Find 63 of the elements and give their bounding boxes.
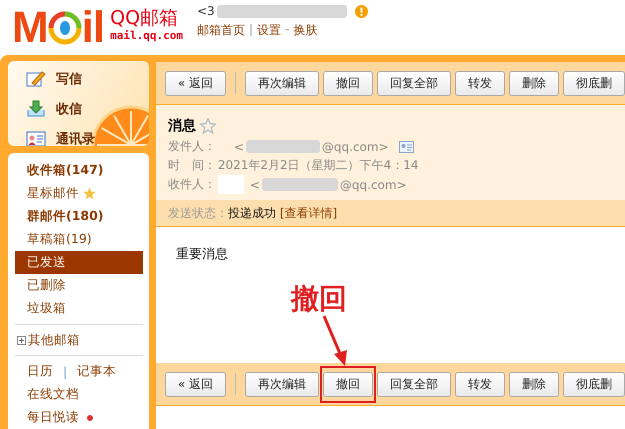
quick-action-link[interactable]: 通讯录 bbox=[56, 130, 95, 146]
warning-icon bbox=[354, 4, 368, 18]
toolbar-button[interactable]: 回复全部 bbox=[377, 70, 451, 96]
tool-link[interactable]: 记事本 bbox=[77, 363, 116, 380]
field-value: 2021年2月2日（星期二）下午4：14 bbox=[218, 157, 419, 174]
folder-item[interactable]: 收件箱(147) bbox=[15, 159, 143, 182]
folder-item[interactable]: 已发送 bbox=[15, 251, 143, 274]
folder-item[interactable]: 其他邮箱 bbox=[28, 332, 80, 348]
folder-item[interactable]: 群邮件(180) bbox=[15, 205, 143, 228]
details-link[interactable]: [查看详情] bbox=[280, 204, 338, 222]
field-value: < bbox=[250, 178, 260, 192]
annotation-label: 撤回 bbox=[291, 281, 347, 317]
status-label: 发送状态： bbox=[168, 204, 228, 222]
toolbar-button[interactable]: 撤回 bbox=[323, 70, 373, 96]
nav-link[interactable]: 设置 bbox=[257, 22, 282, 39]
folder-item[interactable]: 星标邮件 bbox=[15, 182, 143, 205]
redaction-block bbox=[218, 175, 244, 194]
field-label: 时 间： bbox=[168, 157, 216, 174]
separator: | bbox=[63, 364, 68, 379]
tool-link[interactable]: 每日悦读 bbox=[27, 409, 79, 426]
quick-action-link[interactable]: 收信 bbox=[56, 100, 82, 118]
toolbar-button[interactable]: 转发 bbox=[455, 372, 505, 396]
tool-link[interactable]: 日历 bbox=[27, 363, 53, 380]
pencil-paper-icon bbox=[26, 70, 46, 88]
field-value: @qq.com> bbox=[322, 140, 389, 154]
brand-domain: mail.qq.com bbox=[110, 29, 183, 42]
toolbar-button[interactable]: 转发 bbox=[455, 70, 505, 96]
account-address: <3 bbox=[196, 4, 215, 18]
back-button[interactable]: « 返回 bbox=[164, 372, 226, 396]
message-body: 重要消息 bbox=[176, 247, 228, 262]
folder-item[interactable]: 草稿箱(19) bbox=[15, 228, 143, 251]
toolbar-button[interactable]: 彻底删 bbox=[563, 70, 625, 96]
contact-card-icon bbox=[26, 131, 46, 146]
penguin-ring-icon bbox=[48, 11, 82, 45]
separator: | bbox=[248, 22, 254, 38]
toolbar-button[interactable]: 删除 bbox=[509, 70, 559, 96]
field-label: 收件人： bbox=[168, 176, 216, 193]
back-button[interactable]: « 返回 bbox=[164, 70, 226, 96]
separator: - bbox=[285, 22, 290, 38]
expand-icon[interactable] bbox=[17, 336, 26, 344]
tool-link[interactable]: 在线文档 bbox=[27, 386, 79, 403]
toolbar-button[interactable]: 再次编辑 bbox=[245, 372, 319, 396]
field-label: 发件人： bbox=[168, 138, 216, 155]
field-value: @qq.com> bbox=[340, 178, 407, 192]
contact-card-icon[interactable] bbox=[398, 140, 414, 152]
download-tray-icon bbox=[26, 100, 46, 118]
toolbar-button[interactable]: 撤回 bbox=[323, 372, 373, 396]
quick-action-link[interactable]: 写信 bbox=[56, 70, 82, 88]
toolbar-button[interactable]: 回复全部 bbox=[377, 372, 451, 396]
star-icon[interactable] bbox=[200, 118, 216, 134]
folder-item[interactable]: 垃圾箱 bbox=[15, 297, 143, 320]
field-value: < bbox=[234, 140, 244, 154]
nav-link[interactable]: 邮箱首页 bbox=[196, 22, 245, 39]
brand-name: QQ邮箱 bbox=[110, 7, 180, 29]
toolbar-button[interactable]: 彻底删 bbox=[563, 372, 625, 396]
message-subject: 消息 bbox=[168, 117, 196, 135]
status-value: 投递成功 bbox=[228, 204, 276, 222]
logo-text: il bbox=[82, 6, 104, 50]
logo-text: M bbox=[12, 6, 48, 50]
folder-item[interactable]: 已删除 bbox=[15, 274, 143, 297]
nav-link[interactable]: 换肤 bbox=[293, 22, 318, 39]
toolbar-button[interactable]: 删除 bbox=[509, 372, 559, 396]
toolbar-button[interactable]: 再次编辑 bbox=[245, 70, 319, 96]
